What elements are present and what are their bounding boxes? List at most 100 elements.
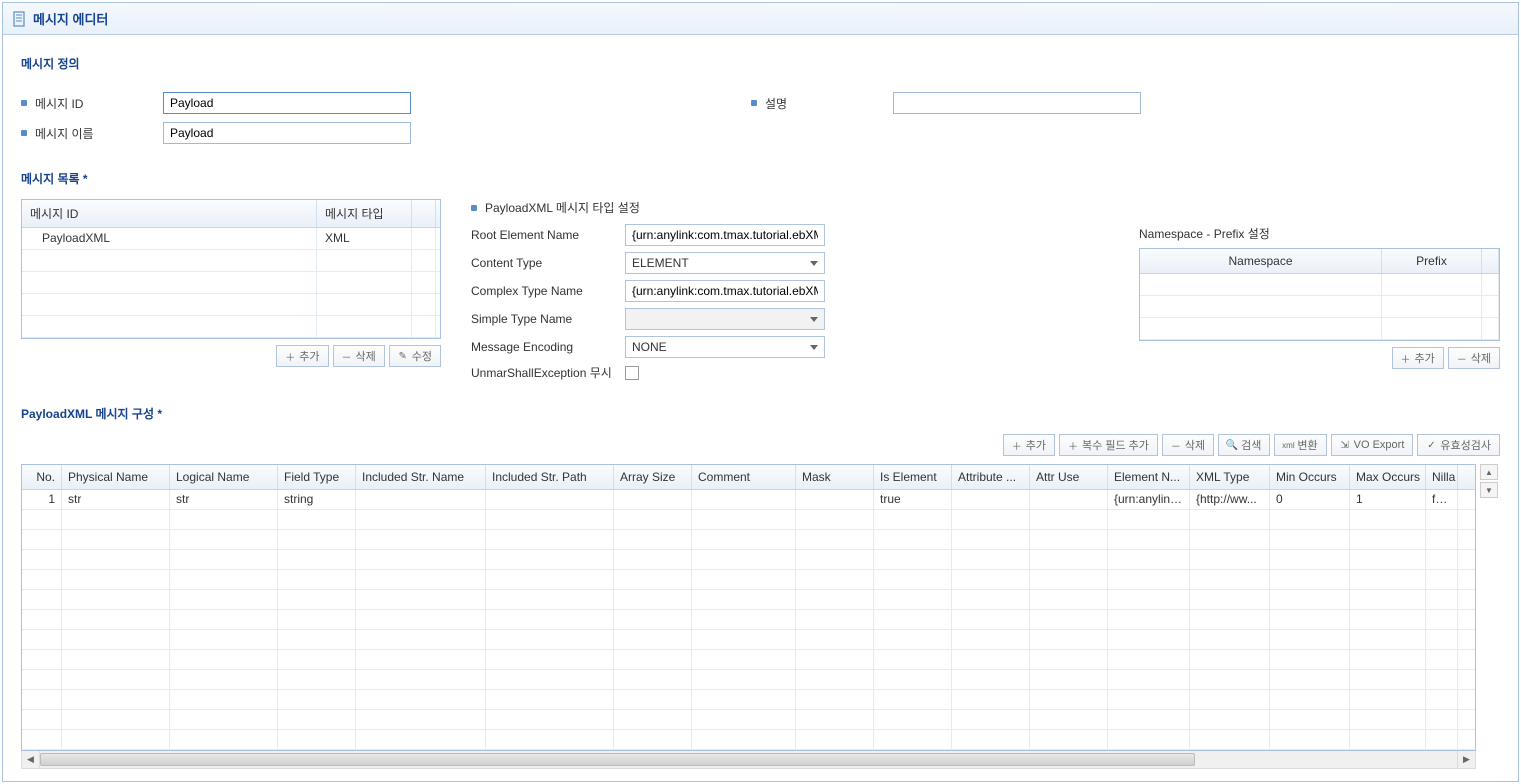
col-nillable[interactable]: Nilla — [1426, 465, 1458, 489]
xml-icon: xml — [1283, 440, 1293, 450]
cell-array-size — [614, 490, 692, 509]
toolbar-search-button[interactable]: 🔍검색 — [1218, 434, 1270, 456]
cell-xml-type: {http://ww... — [1190, 490, 1270, 509]
ns-header-namespace[interactable]: Namespace — [1140, 249, 1382, 273]
bullet-icon — [21, 130, 27, 136]
col-xml-type[interactable]: XML Type — [1190, 465, 1270, 489]
pencil-icon: ✎ — [398, 351, 408, 361]
input-msg-name[interactable] — [163, 122, 411, 144]
msg-list-header-id[interactable]: 메시지 ID — [22, 200, 317, 227]
structure-grid-wrap: ▲ ▼ No. Physical Name Logical Name Field… — [21, 464, 1500, 769]
table-row[interactable] — [22, 510, 1475, 530]
combo-encoding[interactable]: NONE — [625, 336, 825, 358]
ns-add-button[interactable]: ＋추가 — [1392, 347, 1444, 369]
table-row[interactable] — [22, 630, 1475, 650]
col-mask[interactable]: Mask — [796, 465, 874, 489]
col-included-str-name[interactable]: Included Str. Name — [356, 465, 486, 489]
table-row[interactable] — [22, 570, 1475, 590]
col-included-str-path[interactable]: Included Str. Path — [486, 465, 614, 489]
col-array-size[interactable]: Array Size — [614, 465, 692, 489]
ns-row[interactable] — [1140, 274, 1499, 296]
toolbar-convert-button[interactable]: xml변환 — [1274, 434, 1326, 456]
cell-max-occurs: 1 — [1350, 490, 1426, 509]
combo-content-type[interactable]: ELEMENT — [625, 252, 825, 274]
combo-simple-type[interactable] — [625, 308, 825, 330]
cell-logical-name: str — [170, 490, 278, 509]
table-row[interactable] — [22, 610, 1475, 630]
section-definition: 메시지 정의 — [21, 55, 1500, 72]
table-row[interactable]: 1 str str string true {urn:anylink... — [22, 490, 1475, 510]
label-msg-id: 메시지 ID — [35, 95, 155, 112]
table-row[interactable] — [22, 690, 1475, 710]
msg-list-edit-button[interactable]: ✎수정 — [389, 345, 441, 367]
document-icon — [13, 11, 27, 27]
msg-list-add-button[interactable]: ＋추가 — [276, 345, 328, 367]
label-simple-type: Simple Type Name — [471, 312, 625, 326]
checkbox-unmarshall[interactable] — [625, 366, 639, 380]
input-complex-type[interactable] — [625, 280, 825, 302]
ns-row[interactable] — [1140, 296, 1499, 318]
row-down-button[interactable]: ▼ — [1480, 482, 1498, 498]
col-no[interactable]: No. — [22, 465, 62, 489]
plus-icon: ＋ — [1068, 440, 1078, 450]
label-content-type: Content Type — [471, 256, 625, 270]
cell-field-type: string — [278, 490, 356, 509]
col-field-type[interactable]: Field Type — [278, 465, 356, 489]
minus-icon: － — [1457, 353, 1467, 363]
toolbar-remove-button[interactable]: －삭제 — [1162, 434, 1214, 456]
plus-icon: ＋ — [285, 351, 295, 361]
row-up-button[interactable]: ▲ — [1480, 464, 1498, 480]
col-element-n[interactable]: Element N... — [1108, 465, 1190, 489]
msg-list-remove-button[interactable]: －삭제 — [333, 345, 385, 367]
horizontal-scrollbar[interactable]: ◀ ▶ — [21, 751, 1476, 769]
bullet-icon — [471, 205, 477, 211]
table-row[interactable] — [22, 670, 1475, 690]
editor-panel: 메시지 에디터 메시지 정의 메시지 ID 메시지 이름 설명 — [2, 2, 1519, 782]
namespace-title: Namespace - Prefix 설정 — [1139, 225, 1500, 242]
toolbar-add-button[interactable]: ＋추가 — [1003, 434, 1055, 456]
msg-list-row[interactable] — [22, 316, 440, 338]
input-root-element[interactable] — [625, 224, 825, 246]
col-attr-use[interactable]: Attr Use — [1030, 465, 1108, 489]
col-max-occurs[interactable]: Max Occurs — [1350, 465, 1426, 489]
msg-list-header-type[interactable]: 메시지 타입 — [317, 200, 412, 227]
table-row[interactable] — [22, 650, 1475, 670]
section-msg-list: 메시지 목록 * — [21, 170, 1500, 187]
table-row[interactable] — [22, 710, 1475, 730]
cell-element-n: {urn:anylink... — [1108, 490, 1190, 509]
editor-header: 메시지 에디터 — [3, 3, 1518, 35]
section-structure: PayloadXML 메시지 구성 * — [21, 405, 1500, 422]
table-row[interactable] — [22, 730, 1475, 750]
ns-row[interactable] — [1140, 318, 1499, 340]
msg-list-row[interactable] — [22, 272, 440, 294]
bullet-icon — [21, 100, 27, 106]
col-logical-name[interactable]: Logical Name — [170, 465, 278, 489]
input-desc[interactable] — [893, 92, 1141, 114]
cell-physical-name: str — [62, 490, 170, 509]
ns-remove-button[interactable]: －삭제 — [1448, 347, 1500, 369]
toolbar-validate-button[interactable]: ✓유효성검사 — [1417, 434, 1500, 456]
msg-list-row[interactable]: PayloadXML XML — [22, 228, 440, 250]
col-comment[interactable]: Comment — [692, 465, 796, 489]
cell-inc-str-name — [356, 490, 486, 509]
col-physical-name[interactable]: Physical Name — [62, 465, 170, 489]
input-msg-id[interactable] — [163, 92, 411, 114]
ns-header-prefix[interactable]: Prefix — [1382, 249, 1482, 273]
msg-list-row[interactable] — [22, 250, 440, 272]
table-row[interactable] — [22, 530, 1475, 550]
table-row[interactable] — [22, 590, 1475, 610]
col-min-occurs[interactable]: Min Occurs — [1270, 465, 1350, 489]
col-attribute[interactable]: Attribute ... — [952, 465, 1030, 489]
col-is-element[interactable]: Is Element — [874, 465, 952, 489]
table-row[interactable] — [22, 550, 1475, 570]
label-unmarshall: UnmarShallException 무시 — [471, 364, 625, 381]
toolbar-add-multi-button[interactable]: ＋복수 필드 추가 — [1059, 434, 1158, 456]
cell-attr-use — [1030, 490, 1108, 509]
cell-is-element: true — [874, 490, 952, 509]
editor-title: 메시지 에디터 — [33, 9, 108, 28]
toolbar-vo-export-button[interactable]: ⇲VO Export — [1331, 434, 1414, 456]
structure-grid: No. Physical Name Logical Name Field Typ… — [21, 464, 1476, 751]
type-settings-panel: PayloadXML 메시지 타입 설정 Root Element Name C… — [471, 199, 1109, 387]
msg-list-row[interactable] — [22, 294, 440, 316]
check-icon: ✓ — [1426, 440, 1436, 450]
